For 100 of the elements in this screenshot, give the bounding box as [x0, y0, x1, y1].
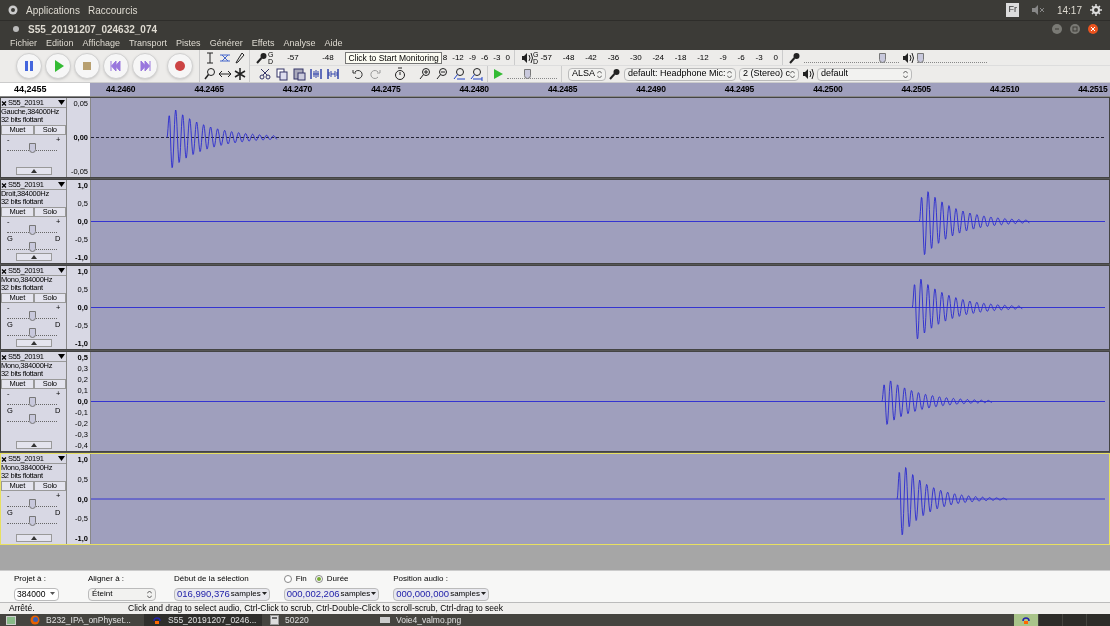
close-track-icon[interactable]	[1, 267, 7, 275]
settings-icon[interactable]	[1090, 4, 1102, 16]
tray-app-button[interactable]	[1014, 614, 1038, 626]
speaker-icon[interactable]	[902, 51, 914, 64]
menu-item[interactable]: Edition	[46, 36, 74, 51]
rate-combobox[interactable]: 384000	[14, 587, 59, 601]
menu-item[interactable]: Affichage	[82, 36, 120, 51]
microphone-icon[interactable]	[789, 51, 801, 64]
applications-menu-icon[interactable]	[8, 5, 18, 15]
slider-thumb[interactable]	[28, 499, 36, 509]
time-control[interactable]: 000,002,206 samples	[283, 587, 380, 601]
show-desktop-icon[interactable]	[6, 615, 16, 625]
close-icon[interactable]	[1088, 24, 1098, 34]
gain-slider[interactable]	[7, 143, 57, 151]
multi-tool-icon[interactable]	[232, 67, 247, 81]
stop-button[interactable]	[74, 53, 100, 79]
menu-item[interactable]: Générer	[209, 36, 243, 51]
zoom-in-icon[interactable]	[418, 67, 432, 81]
envelope-tool-icon[interactable]	[217, 51, 232, 65]
taskbar-button[interactable]: Voie4_valmo.png	[372, 614, 492, 626]
pan-slider[interactable]	[7, 242, 57, 250]
speaker-icon[interactable]	[521, 51, 533, 64]
slider-thumb[interactable]	[28, 516, 36, 526]
time-control[interactable]: 000,000,000samples	[393, 587, 489, 601]
collapse-button[interactable]	[15, 441, 52, 449]
pan-slider[interactable]	[7, 516, 57, 524]
zoom-out-icon[interactable]	[435, 67, 449, 81]
record-button[interactable]	[167, 53, 193, 79]
dropdown-arrow-icon[interactable]	[58, 456, 65, 462]
slider-thumb[interactable]	[28, 414, 36, 424]
panel-menu[interactable]: Applications	[26, 2, 80, 18]
maximize-icon[interactable]	[1070, 24, 1080, 34]
collapse-button[interactable]	[15, 339, 52, 347]
radio-label[interactable]: Fin	[295, 572, 307, 585]
keyboard-indicator[interactable]: Fr	[1006, 3, 1019, 17]
dropdown-arrow-icon[interactable]	[58, 268, 65, 274]
play-at-speed-icon[interactable]	[492, 68, 504, 80]
menu-item[interactable]: Analyse	[283, 36, 316, 51]
paste-icon[interactable]	[292, 67, 306, 81]
play-button[interactable]	[45, 53, 71, 79]
workspace-switcher[interactable]	[1038, 614, 1062, 626]
microphone-icon[interactable]	[256, 51, 268, 64]
muted-speaker-icon[interactable]	[1030, 5, 1045, 15]
copy-icon[interactable]	[275, 67, 289, 81]
timeline-ruler[interactable]: 44.2460 44.2465 44.2470 44.2475 44.2480 44.2485 44.2490 44.2495 44.2500 44.2505 44.2510 44.2515	[90, 83, 1110, 96]
undo-icon[interactable]	[351, 67, 365, 81]
trim-icon[interactable]	[309, 67, 323, 81]
pan-slider[interactable]	[7, 328, 57, 336]
scissors-icon[interactable]	[258, 67, 272, 81]
slider-thumb[interactable]	[524, 69, 532, 79]
dropdown[interactable]: 2 (Stereo) c	[739, 67, 799, 81]
menu-item[interactable]: Fichier	[10, 36, 37, 51]
gain-slider[interactable]	[7, 499, 57, 507]
pencil-icon[interactable]	[232, 51, 247, 65]
dropdown-arrow-icon[interactable]	[58, 354, 65, 360]
gain-slider[interactable]	[7, 311, 57, 319]
silence-icon[interactable]	[326, 67, 340, 81]
menu-item[interactable]: Pistes	[176, 36, 201, 51]
close-track-icon[interactable]	[1, 181, 7, 189]
dropdown-arrow-icon[interactable]	[58, 182, 65, 188]
workspace-switcher[interactable]	[1086, 614, 1110, 626]
gain-slider[interactable]	[7, 225, 57, 233]
taskbar-button[interactable]: 50220	[262, 614, 372, 626]
slider-thumb[interactable]	[28, 242, 36, 252]
slider-thumb[interactable]	[28, 225, 36, 235]
menu-item[interactable]: Effets	[251, 36, 275, 51]
minimize-icon[interactable]	[1052, 24, 1062, 34]
menu-item[interactable]: Aide	[324, 36, 343, 51]
slider-thumb[interactable]	[878, 52, 886, 63]
fit-selection-icon[interactable]	[452, 67, 466, 81]
skip-to-start-button[interactable]	[103, 53, 129, 79]
pause-button[interactable]	[16, 53, 42, 79]
slider-thumb[interactable]	[28, 143, 36, 153]
radio-button[interactable]	[314, 574, 323, 583]
panel-menu[interactable]: Raccourcis	[87, 2, 138, 18]
sync-lock-icon[interactable]	[393, 67, 407, 81]
workspace-switcher[interactable]	[1062, 614, 1086, 626]
speed-slider[interactable]	[507, 69, 557, 79]
close-track-icon[interactable]	[1, 455, 7, 463]
close-track-icon[interactable]	[1, 353, 7, 361]
dropdown[interactable]: default	[817, 67, 912, 81]
taskbar-button[interactable]: S55_20191207_0246...	[144, 614, 262, 626]
taskbar-button[interactable]: B232_IPA_onPhyset...	[22, 614, 144, 626]
recording-volume-slider[interactable]	[804, 52, 899, 63]
pan-slider[interactable]	[7, 414, 57, 422]
slider-thumb[interactable]	[917, 52, 924, 63]
dropdown-arrow-icon[interactable]	[58, 100, 65, 106]
collapse-button[interactable]	[15, 253, 52, 261]
dropdown[interactable]: ALSA	[568, 67, 606, 81]
playback-volume-slider[interactable]	[917, 52, 987, 63]
menu-item[interactable]: Transport	[128, 36, 168, 51]
collapse-button[interactable]	[15, 534, 52, 542]
radio-label[interactable]: Durée	[326, 572, 349, 585]
empty-track-area[interactable]	[0, 545, 1110, 570]
slider-thumb[interactable]	[28, 311, 36, 321]
slider-thumb[interactable]	[28, 397, 36, 407]
gain-slider[interactable]	[7, 397, 57, 405]
fit-project-icon[interactable]	[469, 67, 483, 81]
slider-thumb[interactable]	[28, 328, 36, 338]
collapse-button[interactable]	[15, 167, 52, 175]
